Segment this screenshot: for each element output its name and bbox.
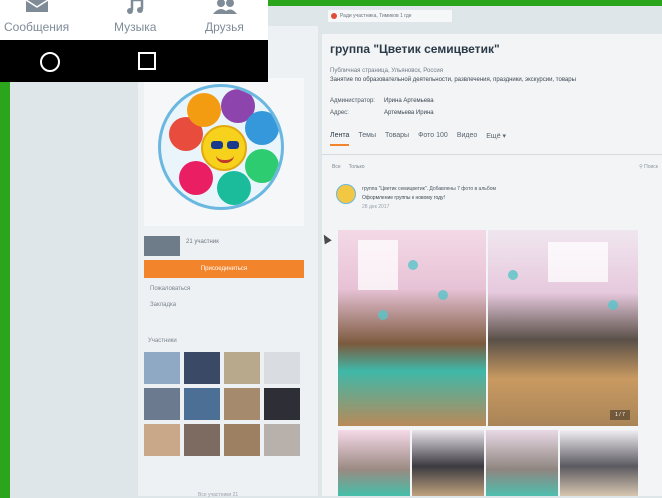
member-avatar[interactable] xyxy=(224,388,260,420)
filter-all[interactable]: Все xyxy=(332,164,341,170)
post-date: 28 дек 2017 xyxy=(362,204,390,210)
members-count: 21 участник xyxy=(186,239,219,245)
info-address: Адрес: Артемьева Ирина xyxy=(330,110,434,116)
members-title: Участники xyxy=(148,338,177,344)
tab-more[interactable]: Ещё ▾ xyxy=(486,132,506,146)
tab-video[interactable]: Видео xyxy=(457,132,477,146)
sun-face-icon xyxy=(201,125,247,171)
post-photo-4[interactable] xyxy=(412,430,484,496)
member-avatar[interactable] xyxy=(184,352,220,384)
group-subtitle: Публичная страница, Ульяновск, Россия xyxy=(330,68,443,74)
record-icon xyxy=(331,13,337,19)
post-photo-1[interactable] xyxy=(338,230,486,426)
feed-search[interactable]: ⚲ Поиск xyxy=(639,164,658,170)
member-avatar[interactable] xyxy=(224,424,260,456)
flower-logo-icon xyxy=(158,84,284,210)
post-photo-6[interactable] xyxy=(560,430,638,496)
divider xyxy=(322,154,662,155)
members-grid xyxy=(144,352,304,456)
tab-photos[interactable]: Фото 100 xyxy=(418,132,448,146)
post-author-avatar[interactable] xyxy=(336,184,356,204)
member-avatar[interactable] xyxy=(184,424,220,456)
member-avatar[interactable] xyxy=(264,352,300,384)
member-avatar[interactable] xyxy=(184,388,220,420)
phone-bottom-nav: Сообщения Музыка Друзья xyxy=(0,0,268,40)
nav-friends[interactable]: Друзья xyxy=(205,20,244,34)
post-text: Оформление группы к новому году! xyxy=(362,195,445,201)
group-title: группа "Цветик семицветик" xyxy=(330,42,500,56)
info-admin: Администратор: Ирина Артемьева xyxy=(330,98,434,104)
friends-icon[interactable] xyxy=(212,0,238,14)
group-description: Занятие по образовательной деятельности,… xyxy=(330,77,576,83)
tab-feed[interactable]: Лента xyxy=(330,132,350,146)
feed-filter: Все Только xyxy=(332,164,365,170)
members-row[interactable]: 21 участник xyxy=(144,236,304,256)
member-avatar[interactable] xyxy=(144,352,180,384)
member-avatar[interactable] xyxy=(144,388,180,420)
nav-messages[interactable]: Сообщения xyxy=(4,20,69,34)
members-thumbnail xyxy=(144,236,180,256)
home-circle-icon[interactable] xyxy=(40,52,60,72)
post-photo-3[interactable] xyxy=(338,430,410,496)
report-link[interactable]: Пожаловаться xyxy=(150,286,190,292)
member-avatar[interactable] xyxy=(224,352,260,384)
group-sidebar: 21 участник Присоединиться Пожаловаться … xyxy=(138,26,318,498)
member-avatar[interactable] xyxy=(264,388,300,420)
filter-only[interactable]: Только xyxy=(349,164,365,170)
post-photo-5[interactable] xyxy=(486,430,558,496)
notification-badge[interactable]: Ради участника, Тимиков 1 где xyxy=(328,10,452,22)
envelope-icon[interactable] xyxy=(24,0,50,14)
join-button[interactable]: Присоединиться xyxy=(144,260,304,278)
phone-system-bar xyxy=(0,40,268,82)
member-avatar[interactable] xyxy=(144,424,180,456)
recents-square-icon[interactable] xyxy=(138,52,156,70)
photo-counter: 1 / 7 xyxy=(610,410,630,420)
tab-goods[interactable]: Товары xyxy=(385,132,409,146)
all-members-link[interactable]: Все участники 21 xyxy=(198,492,238,498)
post-author[interactable]: группа "Цветик семицветик". Добавлены 7 … xyxy=(362,186,496,192)
nav-music[interactable]: Музыка xyxy=(114,20,156,34)
post-photo-2[interactable]: 1 / 7 xyxy=(488,230,638,426)
music-note-icon[interactable] xyxy=(124,0,150,14)
bookmark-link[interactable]: Закладка xyxy=(150,302,176,308)
group-tabs: Лента Темы Товары Фото 100 Видео Ещё ▾ xyxy=(330,132,660,146)
tab-topics[interactable]: Темы xyxy=(358,132,376,146)
group-avatar[interactable] xyxy=(144,78,304,226)
group-main: группа "Цветик семицветик" Публичная стр… xyxy=(322,34,662,496)
member-avatar[interactable] xyxy=(264,424,300,456)
notification-text: Ради участника, Тимиков 1 где xyxy=(340,13,412,19)
